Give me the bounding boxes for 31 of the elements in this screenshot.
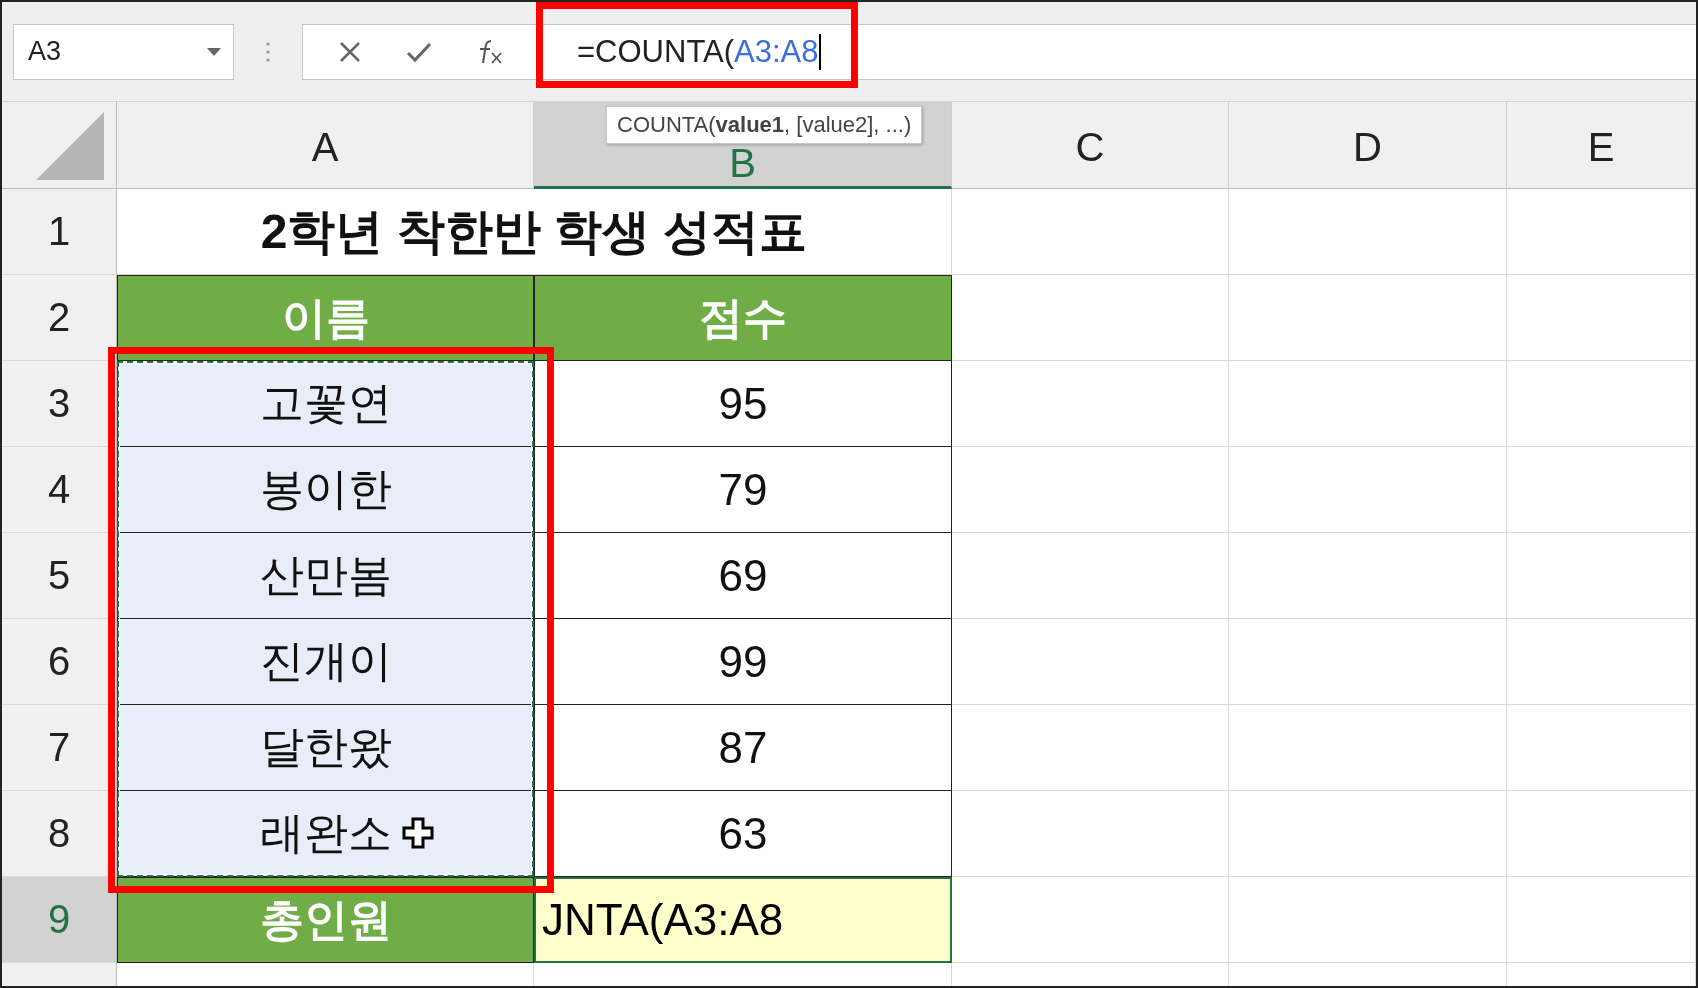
row-header[interactable]: 9 [2, 877, 117, 963]
name-box[interactable]: A3 [13, 23, 234, 80]
row-header[interactable]: 1 [2, 189, 117, 275]
total-label-cell: 총인원 [117, 877, 534, 963]
table-cell: 산만봄 [117, 533, 534, 619]
table-cell: 진개이 [117, 619, 534, 705]
table-cell: 95 [534, 361, 952, 447]
row-header[interactable]: 5 [2, 533, 117, 619]
column-header[interactable]: A [117, 102, 534, 189]
function-tooltip: COUNTA(value1, [value2], ...) [606, 106, 923, 144]
column-heading-cell: 점수 [534, 275, 952, 361]
table-cell: 87 [534, 705, 952, 791]
table-cell: 79 [534, 447, 952, 533]
cell-edit-field[interactable]: JNTA(A3:A8 [534, 877, 952, 963]
row-header[interactable]: 6 [2, 619, 117, 705]
table-cell: 래완소 [117, 791, 534, 877]
row-header[interactable]: 3 [2, 361, 117, 447]
table-cell: 99 [534, 619, 952, 705]
row-header[interactable]: 7 [2, 705, 117, 791]
row-header[interactable]: 4 [2, 447, 117, 533]
table-cell: 달한왔 [117, 705, 534, 791]
table-cell: 69 [534, 533, 952, 619]
row-header[interactable]: 8 [2, 791, 117, 877]
table-cell: 고꽃연 [117, 361, 534, 447]
column-header[interactable]: E [1507, 102, 1696, 189]
column-header[interactable]: C [952, 102, 1229, 189]
table-cell: 봉이한 [117, 447, 534, 533]
row-header[interactable]: 2 [2, 275, 117, 361]
column-header[interactable]: D [1229, 102, 1507, 189]
formula-input[interactable]: =COUNTA(A3:A8 [542, 23, 1696, 80]
column-heading-cell: 이름 [117, 275, 534, 361]
